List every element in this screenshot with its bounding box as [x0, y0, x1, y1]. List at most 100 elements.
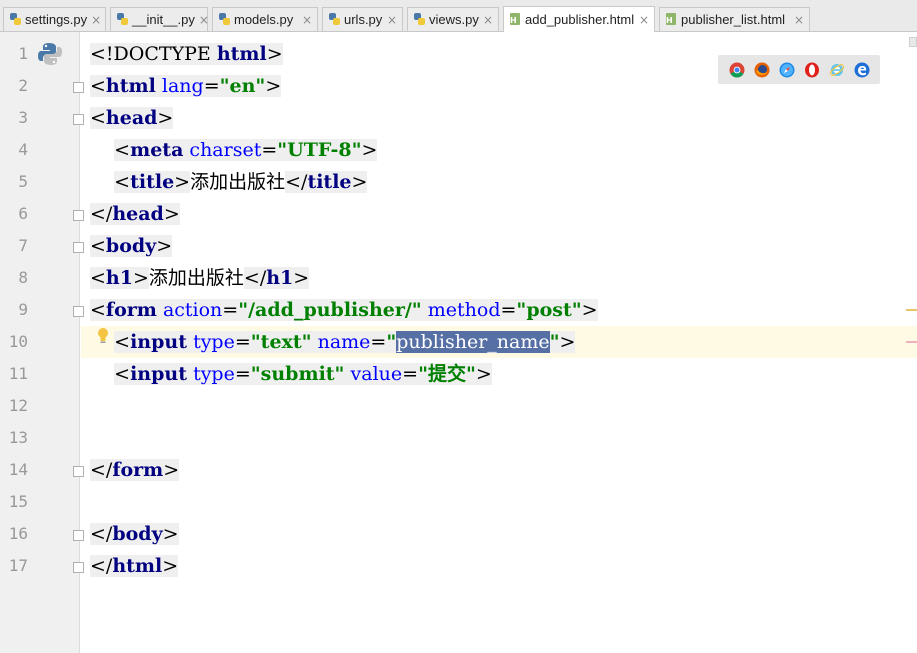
title-text: 添加出版社: [190, 171, 286, 193]
tab-init-py[interactable]: __init__.py ×: [110, 7, 208, 31]
token: form: [105, 299, 157, 321]
code-line-8: <h1>添加出版社</h1>: [81, 262, 917, 294]
token: head: [112, 203, 164, 225]
code-line-5: <title>添加出版社</title>: [81, 166, 917, 198]
line-number: 14: [8, 460, 28, 479]
token: title: [307, 171, 352, 193]
tab-close-icon[interactable]: ×: [195, 13, 207, 27]
error-stripe[interactable]: [906, 341, 917, 343]
token: >: [174, 171, 191, 193]
inspection-status-marker[interactable]: [909, 37, 917, 47]
token: =: [234, 331, 251, 353]
edge-icon[interactable]: [854, 62, 870, 78]
tab-label: settings.py: [25, 12, 88, 27]
token: </: [90, 523, 113, 545]
python-file-icon: [413, 13, 426, 26]
line-number: 15: [8, 492, 28, 511]
h1-text: 添加出版社: [148, 267, 244, 289]
token: body: [112, 523, 163, 545]
python-logo-icon: [38, 43, 62, 65]
token: body: [105, 235, 157, 257]
code-editor[interactable]: <!DOCTYPE html> <html lang="en"> <head> …: [81, 32, 917, 653]
token: <: [114, 331, 131, 353]
line-number: 4: [18, 140, 28, 159]
tab-close-icon[interactable]: ×: [87, 13, 105, 27]
token: h1: [105, 267, 133, 289]
token: "post": [516, 299, 582, 321]
line-number: 17: [8, 556, 28, 575]
warning-stripe[interactable]: [906, 309, 917, 311]
token: </: [90, 459, 113, 481]
token: value: [350, 363, 403, 385]
token: !DOCTYPE: [105, 43, 217, 65]
tab-close-icon[interactable]: ×: [479, 13, 498, 27]
tab-close-icon[interactable]: ×: [790, 13, 809, 27]
line-number: 3: [18, 108, 28, 127]
token: form: [112, 459, 164, 481]
opera-icon[interactable]: [804, 62, 820, 78]
token: >: [265, 75, 282, 97]
tab-publisher-list-html[interactable]: publisher_list.html ×: [659, 7, 810, 31]
editor-tab-bar: settings.py × __init__.py × models.py × …: [0, 0, 917, 32]
code-line-7: <body>: [81, 230, 917, 262]
tab-models-py[interactable]: models.py ×: [212, 7, 318, 31]
python-file-icon: [9, 13, 22, 26]
line-number: 6: [18, 204, 28, 223]
token: title: [130, 171, 175, 193]
python-file-icon: [328, 13, 341, 26]
code-line-6: </head>: [81, 198, 917, 230]
tab-label: models.py: [234, 12, 294, 27]
html-file-icon: [665, 13, 678, 26]
token: </: [285, 171, 308, 193]
line-number: 16: [8, 524, 28, 543]
token: </: [90, 555, 113, 577]
token: head: [105, 107, 158, 129]
code-line-11: <input type="submit" value="提交">: [81, 358, 917, 390]
tab-label: urls.py: [344, 12, 383, 27]
tab-close-icon[interactable]: ×: [635, 13, 654, 27]
token: =: [370, 331, 387, 353]
code-line-10-current: <input type="text" name="publisher_name"…: [81, 326, 917, 358]
line-number: 9: [18, 300, 28, 319]
internet-explorer-icon[interactable]: [829, 62, 845, 78]
token: </: [243, 267, 267, 289]
tab-views-py[interactable]: views.py ×: [407, 7, 499, 31]
token: input: [130, 331, 188, 353]
safari-icon[interactable]: [779, 62, 795, 78]
token: ": [386, 331, 397, 353]
token: type: [193, 363, 235, 385]
token: "UTF-8": [277, 139, 362, 161]
token: <: [90, 235, 106, 257]
firefox-icon[interactable]: [754, 62, 770, 78]
token: >: [293, 267, 310, 289]
tab-settings-py[interactable]: settings.py ×: [3, 7, 106, 31]
editor-gutter: 1 2 3 4 5 6 7 8 9 10 11 12 13 14 15 16 1…: [0, 32, 84, 653]
token: =: [261, 139, 278, 161]
token: <: [114, 363, 131, 385]
token: html: [216, 43, 267, 65]
token: >: [163, 203, 180, 225]
code-line-3: <head>: [81, 102, 917, 134]
token: >: [132, 267, 149, 289]
token: </: [90, 203, 113, 225]
tab-add-publisher-html[interactable]: add_publisher.html ×: [503, 6, 655, 32]
lightbulb-icon[interactable]: [96, 327, 110, 347]
tab-urls-py[interactable]: urls.py ×: [322, 7, 403, 31]
token: html: [105, 75, 156, 97]
tab-close-icon[interactable]: ×: [383, 13, 402, 27]
selected-text[interactable]: publisher_name: [396, 331, 550, 353]
browser-preview-bar: [718, 55, 880, 84]
token: >: [156, 235, 173, 257]
token: <: [90, 43, 106, 65]
token: >: [351, 171, 368, 193]
python-file-icon: [218, 13, 231, 26]
token: "/add_publisher/": [238, 299, 422, 321]
line-number: 13: [8, 428, 28, 447]
code-line-17: </html>: [81, 550, 917, 582]
token: >: [163, 459, 180, 481]
chrome-icon[interactable]: [729, 62, 745, 78]
tab-close-icon[interactable]: ×: [298, 13, 317, 27]
line-number: 10: [8, 332, 28, 351]
